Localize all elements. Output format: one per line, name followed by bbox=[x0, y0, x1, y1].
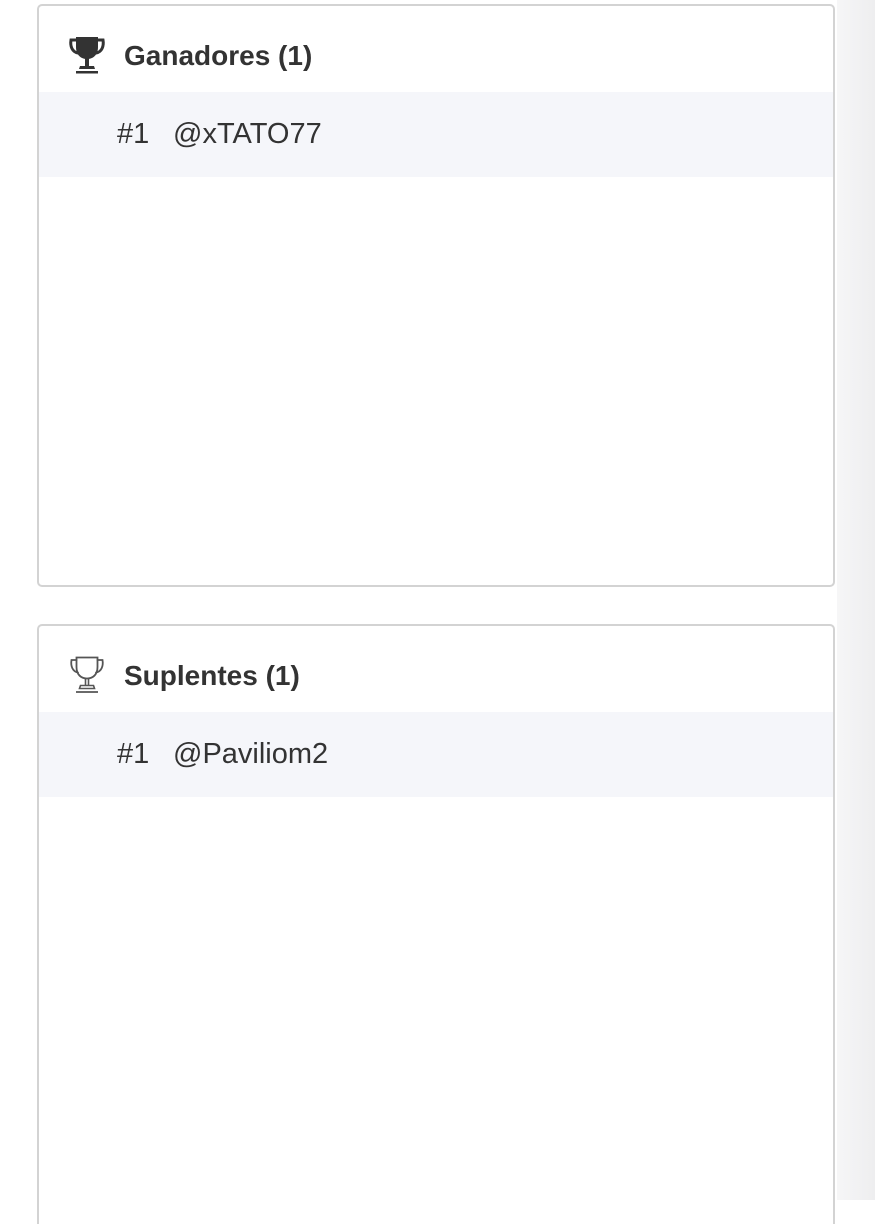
trophy-outline-icon bbox=[67, 654, 107, 696]
trophy-filled-icon bbox=[67, 34, 107, 76]
entry-username[interactable]: @Paviliom2 bbox=[173, 734, 328, 774]
winners-title: Ganadores (1) bbox=[124, 40, 313, 71]
page-edge-strip bbox=[837, 0, 875, 1200]
entry-rank: #1 bbox=[117, 738, 150, 770]
winners-panel: Ganadores (1) #1 @xTATO77 bbox=[37, 4, 835, 587]
substitutes-list: #1 @Paviliom2 bbox=[39, 712, 833, 797]
substitutes-header: Suplentes (1) bbox=[39, 626, 833, 712]
winners-list: #1 @xTATO77 bbox=[39, 92, 833, 177]
entry-username[interactable]: @xTATO77 bbox=[173, 114, 322, 154]
substitute-entry: #1 @Paviliom2 bbox=[39, 712, 833, 797]
entry-rank: #1 bbox=[117, 118, 150, 150]
winner-entry: #1 @xTATO77 bbox=[39, 92, 833, 177]
winners-header: Ganadores (1) bbox=[39, 6, 833, 92]
substitutes-panel: Suplentes (1) #1 @Paviliom2 bbox=[37, 624, 835, 1224]
substitutes-title: Suplentes (1) bbox=[124, 660, 300, 691]
